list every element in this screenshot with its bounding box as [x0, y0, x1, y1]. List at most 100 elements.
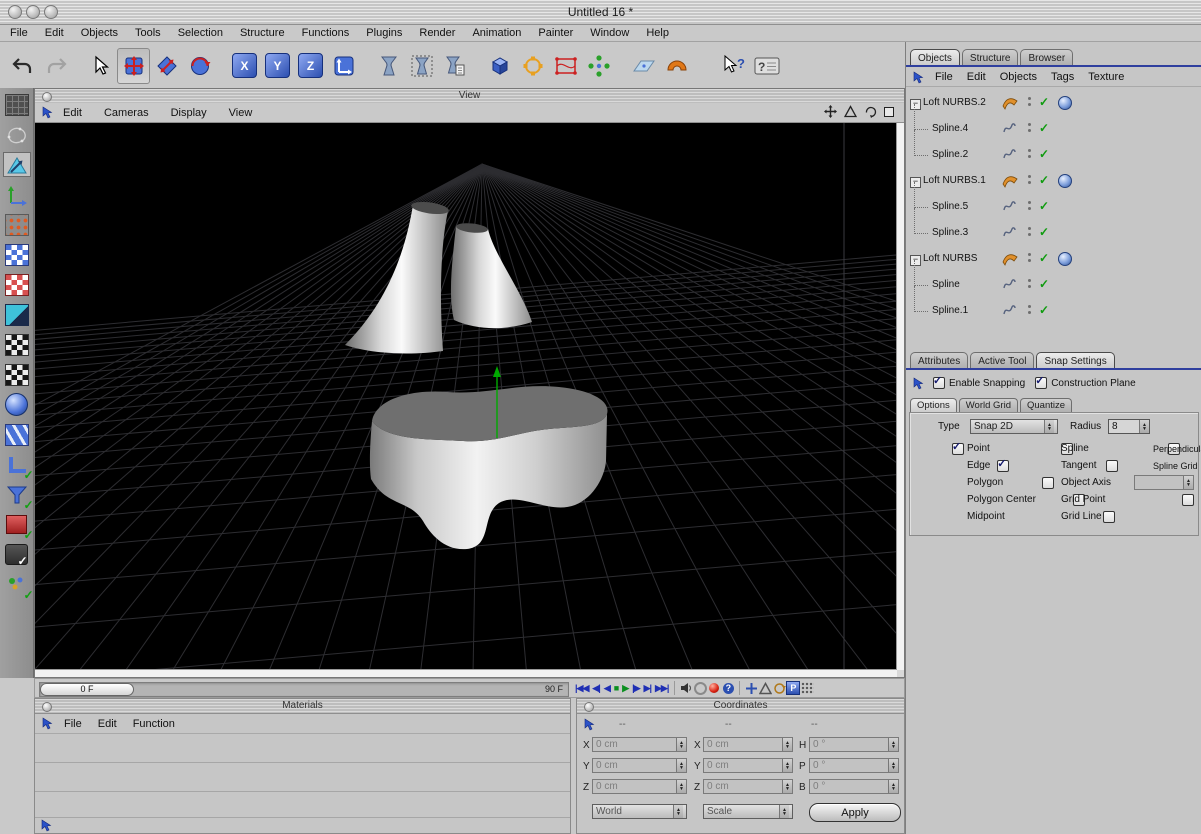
viewport-horizontal-scrollbar[interactable] [35, 669, 897, 677]
viewport-canvas[interactable] [35, 123, 897, 670]
rot-h-field[interactable]: 0 ° ▲ ▼ [809, 737, 899, 752]
rotate-view-icon[interactable] [864, 105, 877, 118]
object-name[interactable]: Spline.3 [932, 227, 968, 238]
question-badge-icon[interactable]: ? [721, 681, 735, 695]
snap-point-checkbox[interactable] [952, 440, 964, 455]
prev-key-button[interactable]: ◀| [592, 683, 601, 694]
redo-button[interactable] [39, 48, 72, 84]
timeline-track[interactable]: 0 F 90 F [39, 682, 569, 697]
context-help-button[interactable]: ? [750, 48, 783, 84]
rot-b-field[interactable]: 0 ° ▲ ▼ [809, 779, 899, 794]
play-button[interactable]: ▶ [622, 683, 629, 694]
tab-structure[interactable]: Structure [961, 49, 1019, 66]
enabled-check-icon[interactable]: ✓ [1039, 225, 1049, 239]
visibility-dots[interactable] [1028, 305, 1031, 317]
render-view-button[interactable] [372, 48, 405, 84]
om-menu-file[interactable]: File [935, 71, 953, 83]
material-list-row[interactable] [35, 792, 570, 820]
help-pointer-button[interactable]: ? [717, 48, 750, 84]
panel-collapse-icon[interactable] [584, 702, 594, 712]
scale-key-icon[interactable] [758, 681, 772, 695]
loft-object-right[interactable] [450, 222, 532, 329]
speaker-icon[interactable] [679, 681, 693, 695]
size-z-field[interactable]: 0 cm ▲ ▼ [703, 779, 793, 794]
rotation-key-icon[interactable] [772, 681, 786, 695]
tab-attributes[interactable]: Attributes [910, 352, 969, 369]
texture-axis-mode-icon[interactable] [3, 332, 31, 357]
apply-button[interactable]: Apply [809, 803, 901, 822]
menu-file[interactable]: File [10, 27, 28, 39]
render-region-button[interactable] [405, 48, 438, 84]
visibility-dots[interactable] [1028, 253, 1031, 265]
sphere-view-icon[interactable] [3, 392, 31, 417]
add-scene-object-button[interactable] [627, 48, 660, 84]
menu-structure[interactable]: Structure [240, 27, 285, 39]
viewport-vertical-scrollbar[interactable] [896, 123, 904, 670]
object-name[interactable]: Spline.1 [932, 305, 968, 316]
object-name[interactable]: Spline.5 [932, 201, 968, 212]
visibility-dots[interactable] [1028, 201, 1031, 213]
position-key-icon[interactable] [744, 681, 758, 695]
visibility-dots[interactable] [1028, 279, 1031, 291]
om-menu-tags[interactable]: Tags [1051, 71, 1074, 83]
object-name[interactable]: Loft NURBS.2 [923, 97, 986, 108]
goto-start-button[interactable]: |◀◀ [575, 683, 589, 694]
viewport-menu-edit[interactable]: Edit [63, 107, 82, 119]
scale-tool[interactable] [150, 48, 183, 84]
object-row[interactable]: Spline.4 ✓ [906, 104, 1201, 142]
pla-badge-icon[interactable]: P [786, 681, 801, 695]
menu-functions[interactable]: Functions [302, 27, 350, 39]
coordinate-system-button[interactable] [327, 48, 360, 84]
om-menu-texture[interactable]: Texture [1088, 71, 1124, 83]
enabled-check-icon[interactable]: ✓ [1039, 147, 1049, 161]
titlebar[interactable]: Untitled 16 * [0, 0, 1201, 25]
phong-tag-icon[interactable] [1058, 252, 1072, 266]
texture-mode-icon[interactable] [3, 302, 31, 327]
visibility-dots[interactable] [1028, 123, 1031, 135]
next-frame-button[interactable]: |▶ [632, 683, 641, 694]
ruler-toggle-icon[interactable]: ✓ [3, 452, 34, 482]
snap-edge-checkbox[interactable] [997, 457, 1010, 472]
dots-toggle-icon[interactable]: ✓ [3, 572, 34, 602]
tab-objects[interactable]: Objects [910, 49, 960, 66]
snap-type-dropdown[interactable]: Snap 2D ▲ ▼ [970, 419, 1058, 434]
phong-tag-icon[interactable] [1058, 96, 1072, 110]
pos-x-field[interactable]: 0 cm ▲ ▼ [592, 737, 687, 752]
snap-grid-point-checkbox[interactable] [1181, 494, 1194, 506]
subtab-quantize[interactable]: Quantize [1019, 398, 1073, 413]
add-spline-button[interactable] [516, 48, 549, 84]
enabled-check-icon[interactable]: ✓ [1039, 173, 1049, 187]
materials-titlebar[interactable]: Materials [35, 699, 570, 714]
object-row[interactable]: Spline.1 ✓ [906, 286, 1201, 324]
rot-p-field[interactable]: 0 ° ▲ ▼ [809, 758, 899, 773]
polygon-mode-icon[interactable] [3, 272, 31, 297]
model-mode-icon[interactable] [3, 122, 31, 147]
snap-polygon-checkbox[interactable] [1042, 477, 1055, 489]
visibility-dots[interactable] [1028, 149, 1031, 161]
enabled-check-icon[interactable]: ✓ [1039, 277, 1049, 291]
ring-icon[interactable] [693, 681, 707, 695]
radius-field[interactable]: 8 ▲ ▼ [1108, 419, 1150, 434]
tab-snap-settings[interactable]: Snap Settings [1036, 352, 1115, 369]
lock-y-axis-button[interactable]: Y [261, 48, 294, 84]
render-settings-button[interactable] [438, 48, 471, 84]
pos-z-field[interactable]: 0 cm ▲ ▼ [592, 779, 687, 794]
menu-help[interactable]: Help [646, 27, 669, 39]
subtab-options[interactable]: Options [910, 398, 957, 413]
object-row[interactable]: − Loft NURBS.2 ✓ [906, 90, 1201, 116]
snap-midpoint-checkbox[interactable] [1102, 511, 1115, 523]
undo-button[interactable] [6, 48, 39, 84]
rotate-tool[interactable] [183, 48, 216, 84]
cube-toggle-icon[interactable]: ✓ [3, 512, 34, 542]
lock-z-axis-button[interactable]: Z [294, 48, 327, 84]
panel-collapse-icon[interactable] [42, 702, 52, 712]
object-row[interactable]: Spline ✓ [906, 260, 1201, 298]
tiles-icon[interactable] [3, 422, 31, 447]
visibility-dots[interactable] [1028, 175, 1031, 187]
object-name[interactable]: Spline [932, 279, 960, 290]
menu-render[interactable]: Render [419, 27, 455, 39]
axis-mode-icon[interactable] [2, 152, 31, 177]
spinner-arrows-icon[interactable]: ▲ ▼ [676, 738, 686, 751]
lock-x-axis-button[interactable]: X [228, 48, 261, 84]
dark-toggle-icon[interactable]: ✓ [3, 542, 31, 568]
